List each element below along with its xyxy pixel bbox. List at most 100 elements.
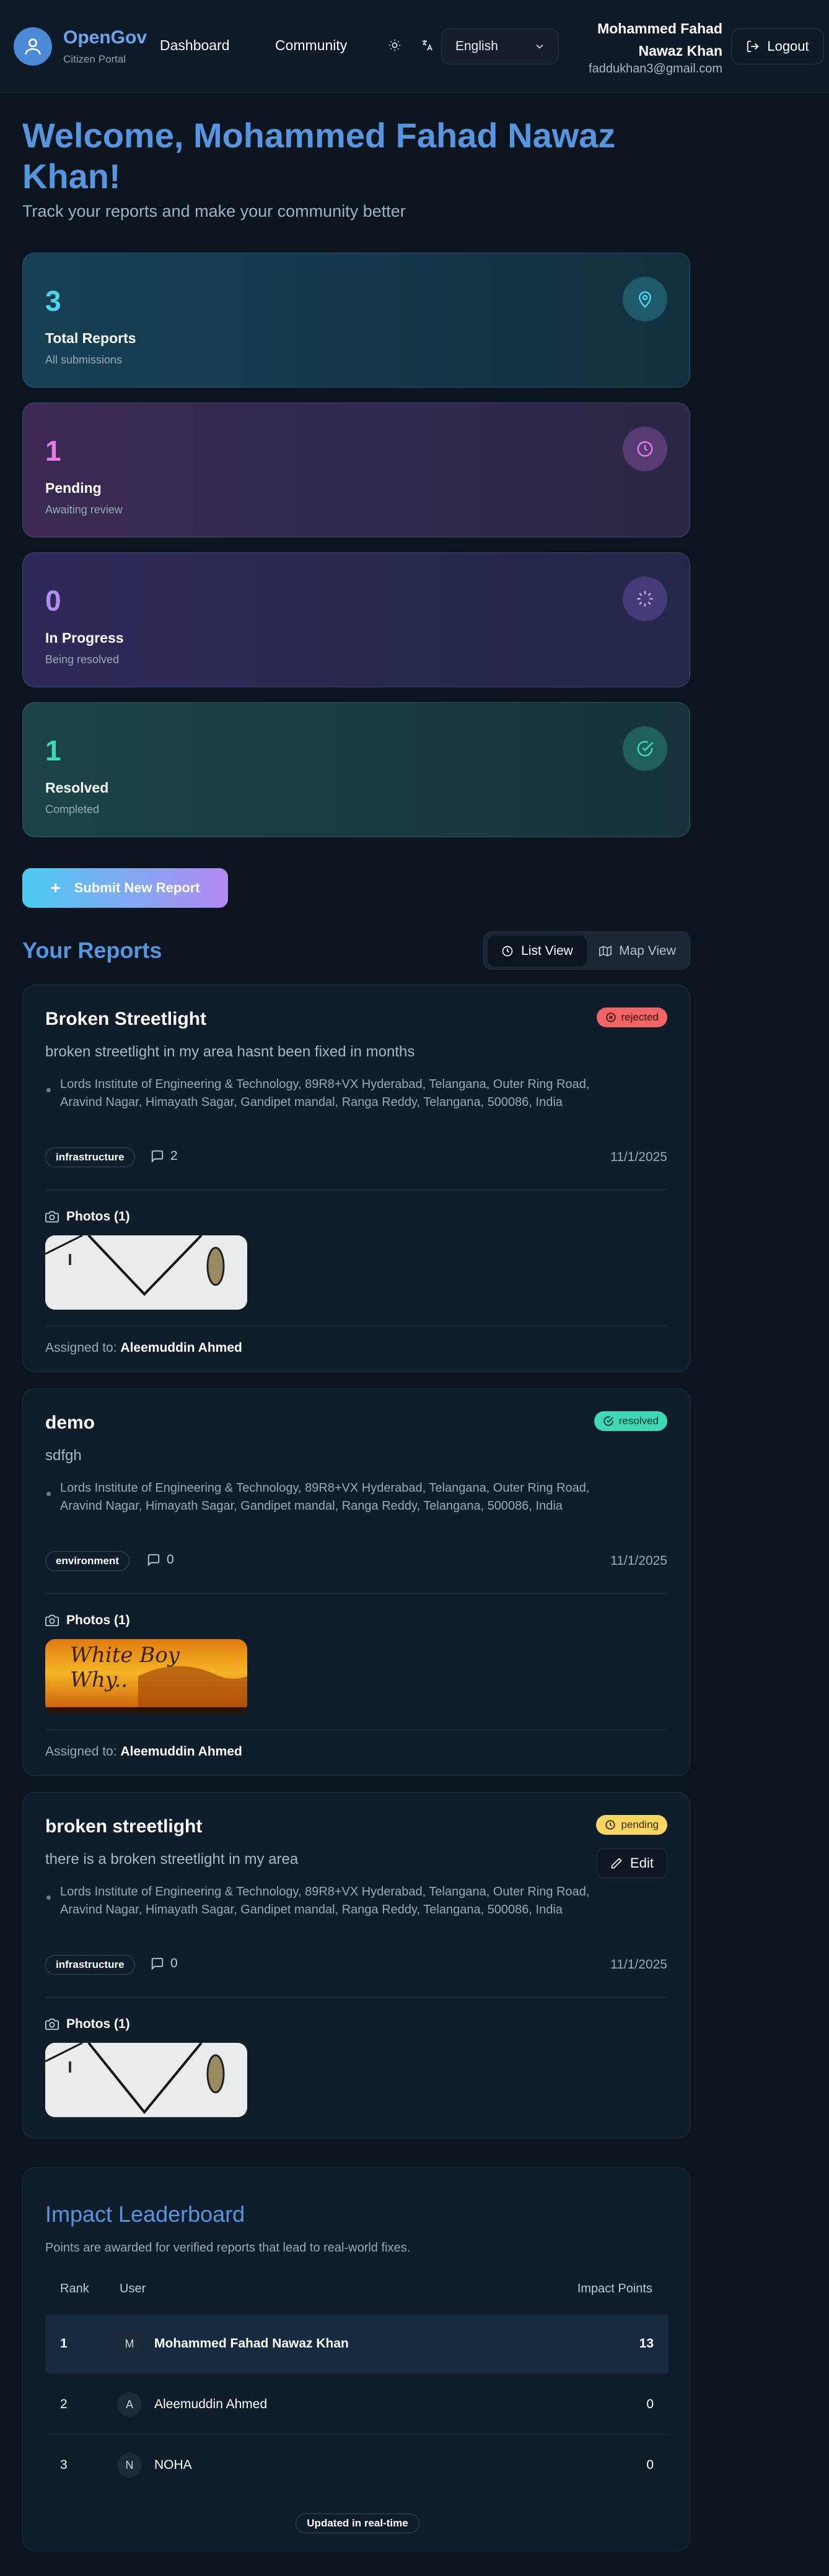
report-location: Lords Institute of Engineering & Technol…: [60, 1885, 590, 1917]
check-circle-icon: [623, 726, 667, 771]
comment-icon: [147, 1554, 160, 1567]
nav-community[interactable]: Community: [275, 37, 347, 54]
status-label: rejected: [621, 1011, 659, 1023]
comment-count-value: 0: [170, 1956, 178, 1970]
column-header-points: Impact Points: [577, 2282, 652, 2295]
status-badge: resolved: [594, 1411, 667, 1431]
comment-icon: [151, 1150, 164, 1163]
stat-card-pending: 1 Pending Awaiting review: [22, 402, 690, 537]
row-points: 0: [646, 2458, 654, 2472]
comment-icon: [151, 1957, 164, 1970]
divider: [45, 1997, 667, 1998]
impact-leaderboard: Impact Leaderboard Points are awarded fo…: [22, 2167, 690, 2551]
top-navbar: OpenGov Citizen Portal Dashboard Communi…: [0, 0, 829, 93]
status-badge: pending: [596, 1815, 667, 1835]
photo-caption: White Boy Why..: [70, 1643, 243, 1692]
list-view-tab[interactable]: List View: [488, 936, 587, 967]
category-tag: infrastructure: [45, 1147, 135, 1167]
x-circle-icon: [605, 1012, 616, 1022]
logout-icon: [747, 40, 759, 53]
report-location: Lords Institute of Engineering & Technol…: [60, 1077, 590, 1109]
submit-label: Submit New Report: [74, 880, 200, 895]
row-rank: 2: [60, 2397, 68, 2411]
category-tag: infrastructure: [45, 1955, 135, 1975]
leaderboard-title: Impact Leaderboard: [45, 2201, 245, 2227]
translate-icon: [416, 35, 437, 56]
brand-name[interactable]: OpenGov: [63, 27, 147, 48]
stat-value: 0: [45, 585, 61, 617]
logout-button[interactable]: Logout: [731, 28, 824, 64]
user-name: Mohammed Fahad Nawaz Khan: [597, 20, 722, 59]
report-photo-streetlight[interactable]: [45, 1235, 247, 1310]
logo-user-icon[interactable]: [14, 27, 52, 66]
theme-toggle-sun-icon[interactable]: [384, 35, 405, 56]
assigned-to: Assigned to: Aleemuddin Ahmed: [45, 1341, 242, 1355]
stat-card-resolved: 1 Resolved Completed: [22, 702, 690, 837]
photos-label: Photos (1): [45, 1613, 130, 1628]
edit-report-button[interactable]: Edit: [597, 1848, 667, 1878]
language-value: English: [455, 39, 498, 53]
comments-count[interactable]: 0: [151, 1956, 178, 1971]
camera-icon: [45, 2018, 59, 2030]
stat-value: 1: [45, 435, 61, 467]
divider: [45, 1593, 667, 1594]
row-user-name: Mohammed Fahad Nawaz Khan: [154, 2336, 349, 2351]
report-date: 11/1/2025: [610, 1957, 667, 1972]
stat-sub: Awaiting review: [45, 503, 123, 516]
pencil-icon: [611, 1858, 622, 1869]
map-icon: [599, 946, 612, 957]
column-header-user: User: [120, 2282, 146, 2295]
location-dot-icon: [46, 1492, 51, 1496]
row-rank: 3: [60, 2458, 68, 2472]
clock-icon: [623, 427, 667, 471]
logout-label: Logout: [767, 38, 809, 54]
row-points: 0: [646, 2397, 654, 2411]
photos-label: Photos (1): [45, 1209, 130, 1224]
edit-label: Edit: [630, 1855, 654, 1871]
list-view-label: List View: [521, 944, 573, 958]
comment-count-value: 2: [170, 1149, 178, 1163]
stat-label: Pending: [45, 480, 102, 496]
stat-sub: Being resolved: [45, 653, 120, 666]
check-circle-icon: [603, 1416, 613, 1426]
photos-label-text: Photos (1): [66, 1613, 130, 1627]
stat-value: 1: [45, 734, 61, 767]
status-badge: rejected: [596, 1007, 667, 1027]
row-points: 13: [639, 2336, 654, 2351]
report-photo-streetlight[interactable]: [45, 2043, 247, 2117]
loader-icon: [623, 577, 667, 621]
report-card[interactable]: broken streetlight pending Edit there is…: [22, 1792, 690, 2139]
photos-label: Photos (1): [45, 2017, 130, 2032]
welcome-subtitle: Track your reports and make your communi…: [22, 202, 406, 220]
report-title: Broken Streetlight: [45, 1009, 207, 1029]
row-rank: 1: [60, 2336, 68, 2351]
report-photo-sunset[interactable]: White Boy Why..: [45, 1639, 247, 1713]
stat-label: Resolved: [45, 780, 109, 796]
assigned-to: Assigned to: Aleemuddin Ahmed: [45, 1744, 242, 1759]
leaderboard-row: 2 A Aleemuddin Ahmed 0: [45, 2375, 669, 2434]
reports-section-title: Your Reports: [22, 938, 162, 963]
stat-value: 3: [45, 285, 61, 317]
camera-icon: [45, 1614, 59, 1627]
comments-count[interactable]: 2: [151, 1149, 178, 1164]
comments-count[interactable]: 0: [147, 1552, 174, 1567]
welcome-title: Welcome, Mohammed Fahad Nawaz Khan!: [22, 116, 616, 196]
report-date: 11/1/2025: [610, 1554, 667, 1568]
submit-new-report-button[interactable]: + Submit New Report: [22, 868, 228, 908]
map-view-tab[interactable]: Map View: [589, 936, 686, 967]
row-user-name: NOHA: [154, 2458, 192, 2472]
report-card[interactable]: demo resolved sdfgh Lords Institute of E…: [22, 1388, 690, 1776]
nav-dashboard[interactable]: Dashboard: [160, 37, 230, 54]
column-header-rank: Rank: [60, 2282, 89, 2295]
report-date: 11/1/2025: [610, 1150, 667, 1164]
stat-label: In Progress: [45, 630, 124, 646]
comment-count-value: 0: [167, 1552, 174, 1567]
stat-sub: Completed: [45, 803, 100, 816]
language-select[interactable]: English: [441, 28, 559, 64]
assigned-prefix: Assigned to:: [45, 1744, 117, 1759]
map-pin-icon: [623, 277, 667, 321]
report-card[interactable]: Broken Streetlight rejected broken stree…: [22, 985, 690, 1372]
photos-label-text: Photos (1): [66, 2017, 130, 2031]
leaderboard-subtitle: Points are awarded for verified reports …: [45, 2241, 411, 2255]
location-dot-icon: [46, 1088, 51, 1092]
